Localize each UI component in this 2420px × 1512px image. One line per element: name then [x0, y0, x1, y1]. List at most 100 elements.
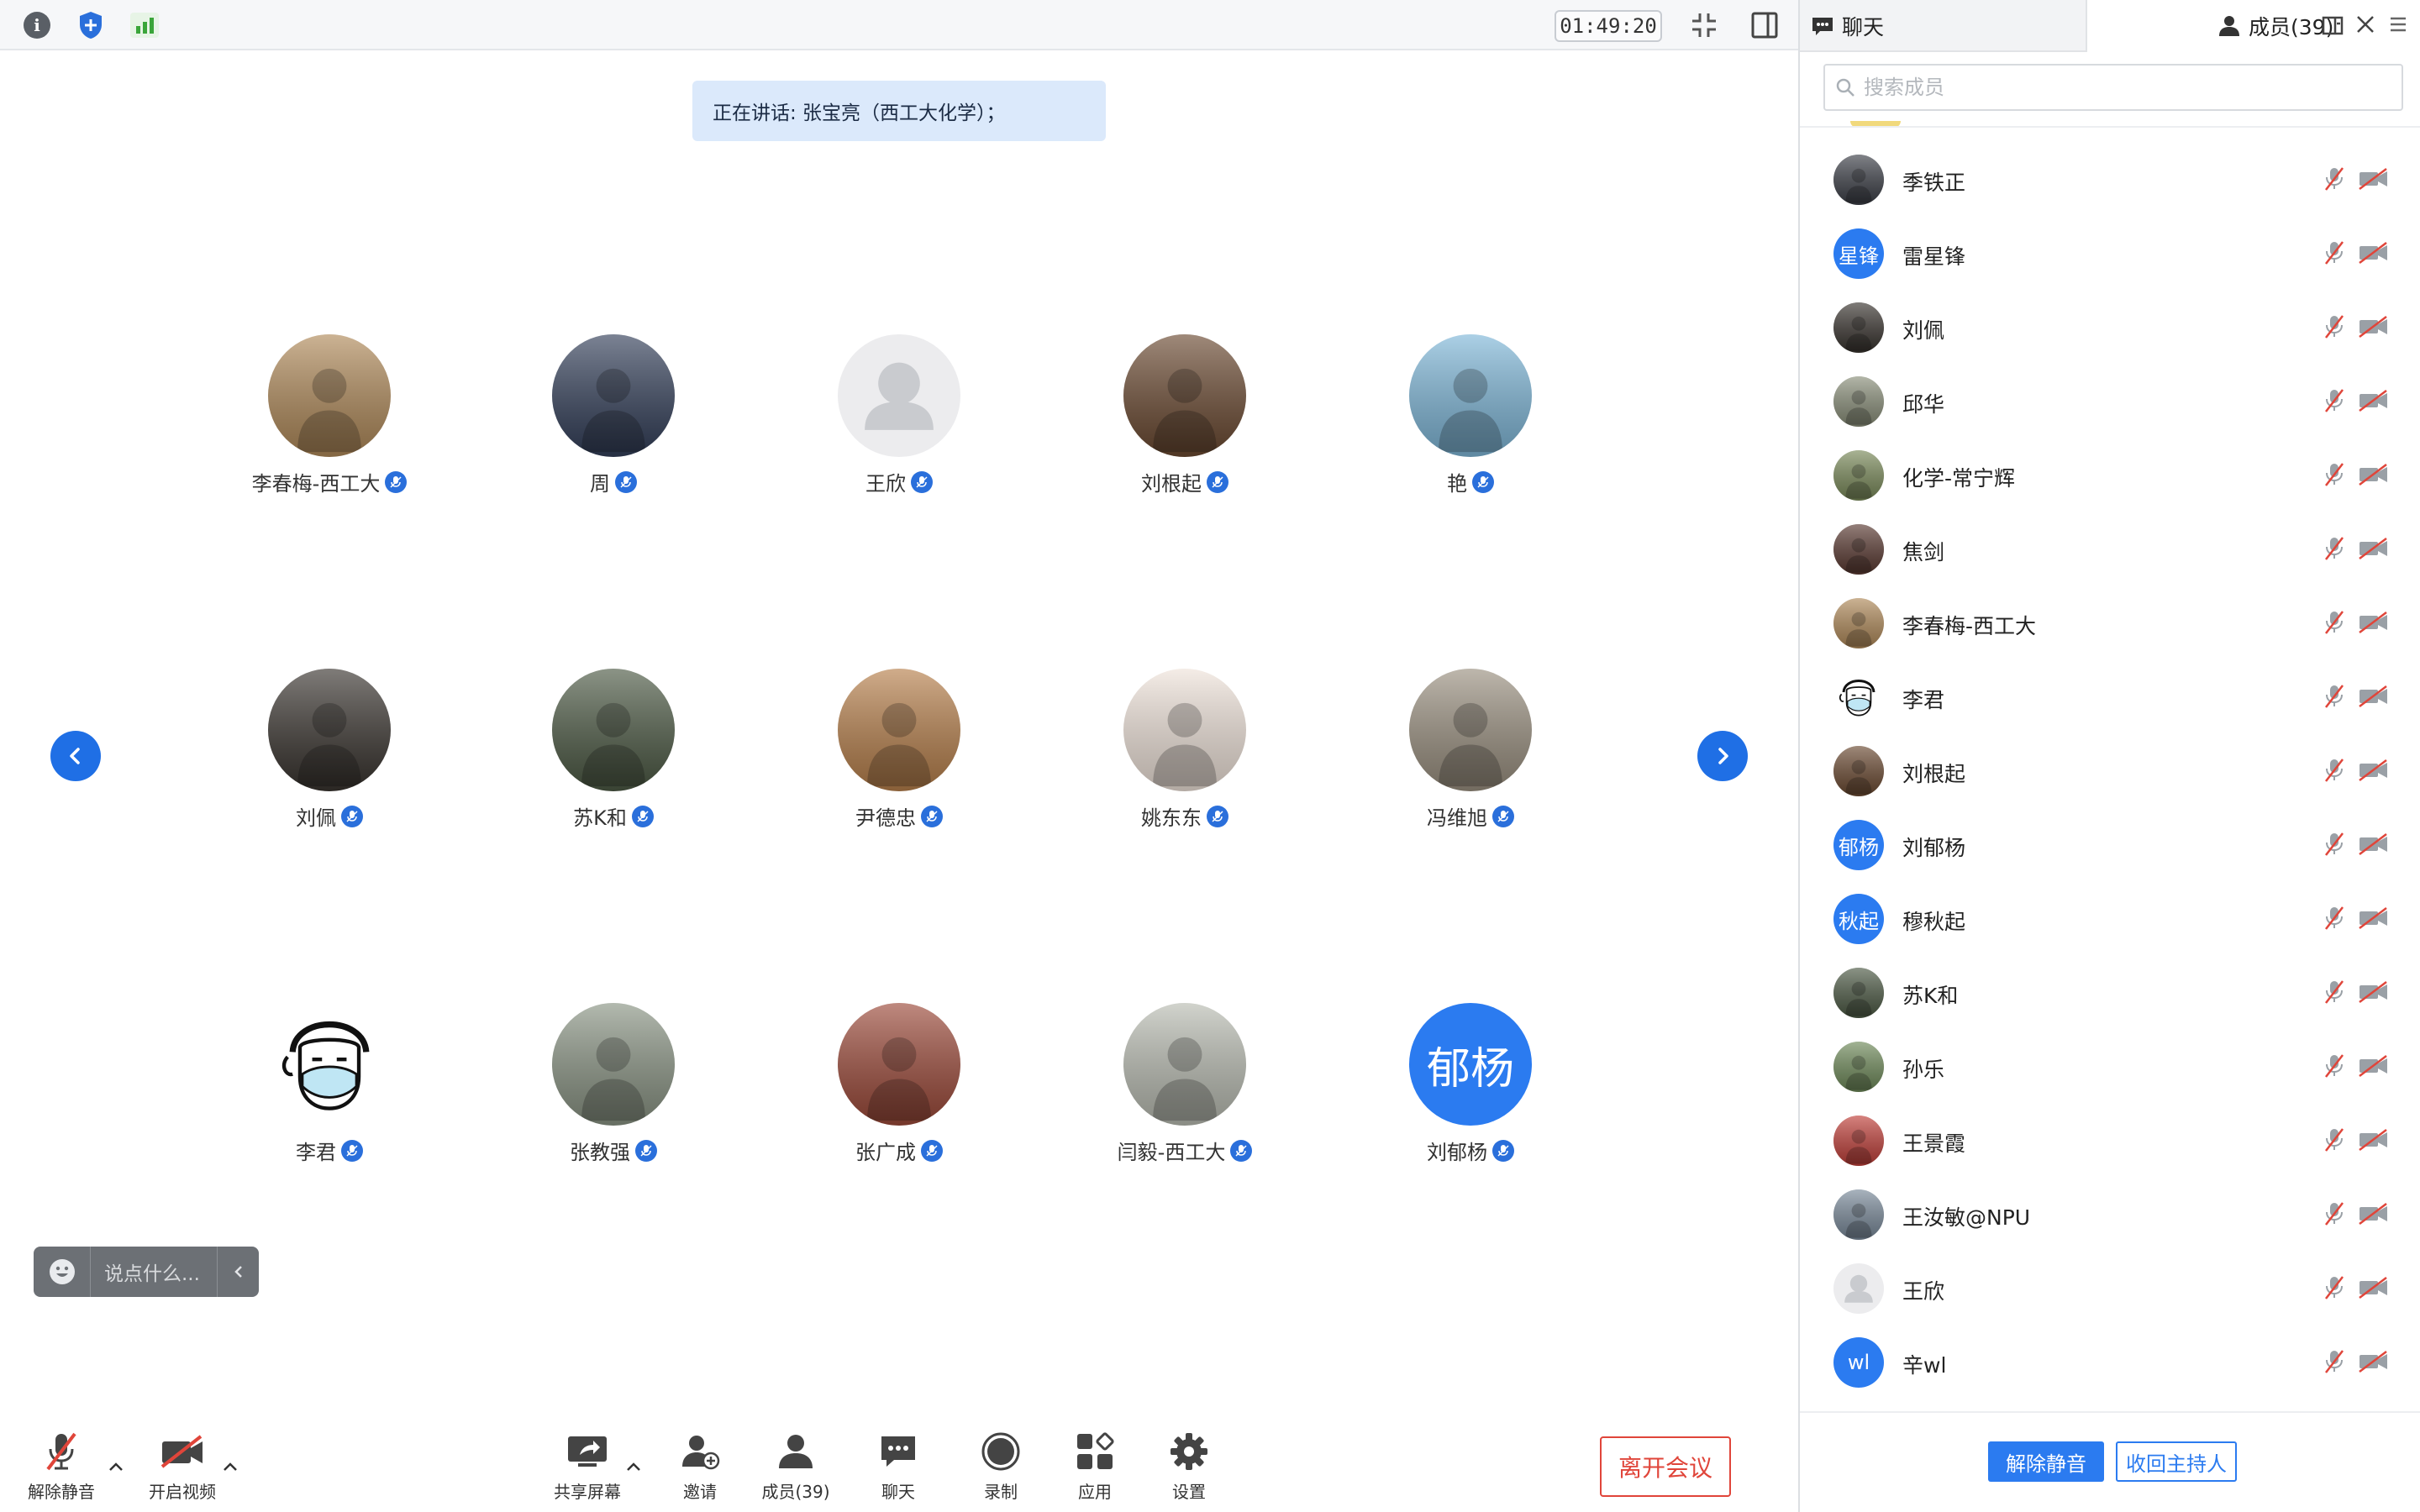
popout-icon[interactable] — [2321, 13, 2344, 40]
microphone-muted-icon[interactable] — [2323, 1349, 2346, 1378]
unmute-all-button[interactable]: 解除静音 — [1988, 1441, 2104, 1482]
camera-off-icon[interactable] — [2358, 907, 2390, 932]
share-screen-button[interactable]: 共享屏幕 — [541, 1428, 634, 1504]
sidebar-toggle-icon[interactable] — [1748, 8, 1781, 42]
quick-chat-placeholder[interactable]: 说点什么... — [91, 1257, 217, 1286]
member-list-item[interactable]: 王汝敏@NPU — [1800, 1178, 2420, 1252]
participant-tile[interactable]: 李君 — [220, 1003, 439, 1205]
participant-tile[interactable]: 王欣 — [790, 334, 1008, 536]
apps-button[interactable]: 应用 — [1049, 1428, 1141, 1504]
participant-tile[interactable]: 张广成 — [790, 1003, 1008, 1205]
participant-tile[interactable]: 张教强 — [504, 1003, 723, 1205]
tab-chat[interactable]: 聊天 — [1812, 0, 2097, 52]
camera-off-icon[interactable] — [2358, 833, 2390, 858]
video-options-caret-icon[interactable] — [220, 1457, 240, 1477]
microphone-muted-icon[interactable] — [2323, 979, 2346, 1008]
camera-off-icon[interactable] — [2358, 759, 2390, 785]
microphone-muted-icon[interactable] — [2323, 462, 2346, 491]
member-search-field[interactable] — [1823, 64, 2403, 111]
member-list-item[interactable]: wl 辛wl — [1800, 1326, 2420, 1399]
camera-off-icon[interactable] — [2358, 685, 2390, 711]
participant-tile[interactable]: 刘根起 — [1076, 334, 1294, 536]
camera-off-icon[interactable] — [2358, 464, 2390, 489]
microphone-icon — [1472, 470, 1494, 493]
microphone-muted-icon[interactable] — [2323, 388, 2346, 417]
signal-bars-icon[interactable] — [128, 8, 161, 42]
member-list-item[interactable]: 焦剑 — [1800, 512, 2420, 586]
member-search-input[interactable] — [1864, 76, 2368, 99]
member-list-item[interactable]: 刘根起 — [1800, 734, 2420, 808]
microphone-muted-icon[interactable] — [2323, 314, 2346, 343]
member-list-item[interactable]: 化学-常宁辉 — [1800, 438, 2420, 512]
participant-tile[interactable]: 闫毅-西工大 — [1076, 1003, 1294, 1205]
microphone-muted-icon[interactable] — [2323, 758, 2346, 786]
leave-meeting-button[interactable]: 离开会议 — [1600, 1436, 1731, 1497]
audio-options-caret-icon[interactable] — [106, 1457, 126, 1477]
microphone-muted-icon[interactable] — [2323, 166, 2346, 195]
participant-tile[interactable]: 郁杨 刘郁杨 — [1361, 1003, 1580, 1205]
reclaim-host-button[interactable]: 收回主持人 — [2116, 1441, 2237, 1482]
close-icon[interactable] — [2354, 13, 2376, 39]
microphone-muted-icon[interactable] — [2323, 240, 2346, 269]
member-list-item[interactable]: 刘佩 — [1800, 291, 2420, 365]
camera-off-icon[interactable] — [2358, 1203, 2390, 1228]
invite-button[interactable]: 邀请 — [654, 1428, 746, 1504]
microphone-muted-icon[interactable] — [2323, 1275, 2346, 1304]
member-list-item[interactable]: 郁杨 刘郁杨 — [1800, 808, 2420, 882]
microphone-muted-icon[interactable] — [2323, 684, 2346, 712]
member-list-item[interactable]: 孙乐 — [1800, 1030, 2420, 1104]
participant-tile[interactable]: 周 — [504, 334, 723, 536]
camera-off-icon[interactable] — [2358, 1055, 2390, 1080]
microphone-muted-icon[interactable] — [2323, 1053, 2346, 1082]
microphone-muted-icon[interactable] — [2323, 906, 2346, 934]
chat-bubble-icon — [1812, 18, 1833, 35]
participant-tile[interactable]: 刘佩 — [220, 669, 439, 870]
camera-off-icon[interactable] — [2358, 538, 2390, 563]
camera-off-icon[interactable] — [2358, 168, 2390, 193]
chat-button[interactable]: 聊天 — [852, 1428, 944, 1504]
microphone-muted-icon[interactable] — [2323, 610, 2346, 638]
share-options-caret-icon[interactable] — [623, 1457, 644, 1477]
shield-icon[interactable] — [74, 8, 108, 42]
member-list-item[interactable]: 李君 — [1800, 660, 2420, 734]
participant-tile[interactable]: 苏K和 — [504, 669, 723, 870]
member-list-item[interactable]: 王欣 — [1800, 1252, 2420, 1326]
camera-off-icon[interactable] — [2358, 1129, 2390, 1154]
emoji-icon[interactable] — [34, 1247, 91, 1297]
camera-off-icon[interactable] — [2358, 242, 2390, 267]
menu-icon[interactable] — [2388, 13, 2408, 39]
participant-tile[interactable]: 姚东东 — [1076, 669, 1294, 870]
participant-tile[interactable]: 冯维旭 — [1361, 669, 1580, 870]
camera-off-icon[interactable] — [2358, 390, 2390, 415]
member-list-item[interactable]: 季铁正 — [1800, 143, 2420, 217]
microphone-muted-icon[interactable] — [2323, 1201, 2346, 1230]
member-list-item[interactable]: 王景霞 — [1800, 1104, 2420, 1178]
camera-off-icon[interactable] — [2358, 612, 2390, 637]
member-list-item[interactable]: 星锋 雷星锋 — [1800, 217, 2420, 291]
camera-off-icon[interactable] — [2358, 1277, 2390, 1302]
camera-off-icon[interactable] — [2358, 316, 2390, 341]
quick-chat-bar[interactable]: 说点什么... — [34, 1247, 259, 1297]
start-video-button[interactable]: 开启视频 — [136, 1428, 229, 1504]
settings-button[interactable]: 设置 — [1143, 1428, 1235, 1504]
collapse-icon[interactable] — [1687, 8, 1721, 42]
record-button[interactable]: 录制 — [955, 1428, 1047, 1504]
participant-tile[interactable]: 艳 — [1361, 334, 1580, 536]
unmute-button[interactable]: 解除静音 — [15, 1428, 108, 1504]
info-icon[interactable]: i — [20, 8, 54, 42]
member-list-item[interactable]: 苏K和 — [1800, 956, 2420, 1030]
camera-off-icon[interactable] — [2358, 981, 2390, 1006]
member-list-item[interactable]: 秋起 穆秋起 — [1800, 882, 2420, 956]
previous-page-button[interactable] — [50, 731, 101, 781]
members-button[interactable]: 成员(39) — [750, 1428, 842, 1504]
next-page-button[interactable] — [1697, 731, 1748, 781]
microphone-muted-icon[interactable] — [2323, 536, 2346, 564]
collapse-chat-button[interactable] — [217, 1247, 259, 1297]
microphone-muted-icon[interactable] — [2323, 832, 2346, 860]
member-list-item[interactable]: 邱华 — [1800, 365, 2420, 438]
camera-off-icon[interactable] — [2358, 1351, 2390, 1376]
microphone-muted-icon[interactable] — [2323, 1127, 2346, 1156]
participant-tile[interactable]: 李春梅-西工大 — [220, 334, 439, 536]
participant-tile[interactable]: 尹德忠 — [790, 669, 1008, 870]
member-list-item[interactable]: 李春梅-西工大 — [1800, 586, 2420, 660]
